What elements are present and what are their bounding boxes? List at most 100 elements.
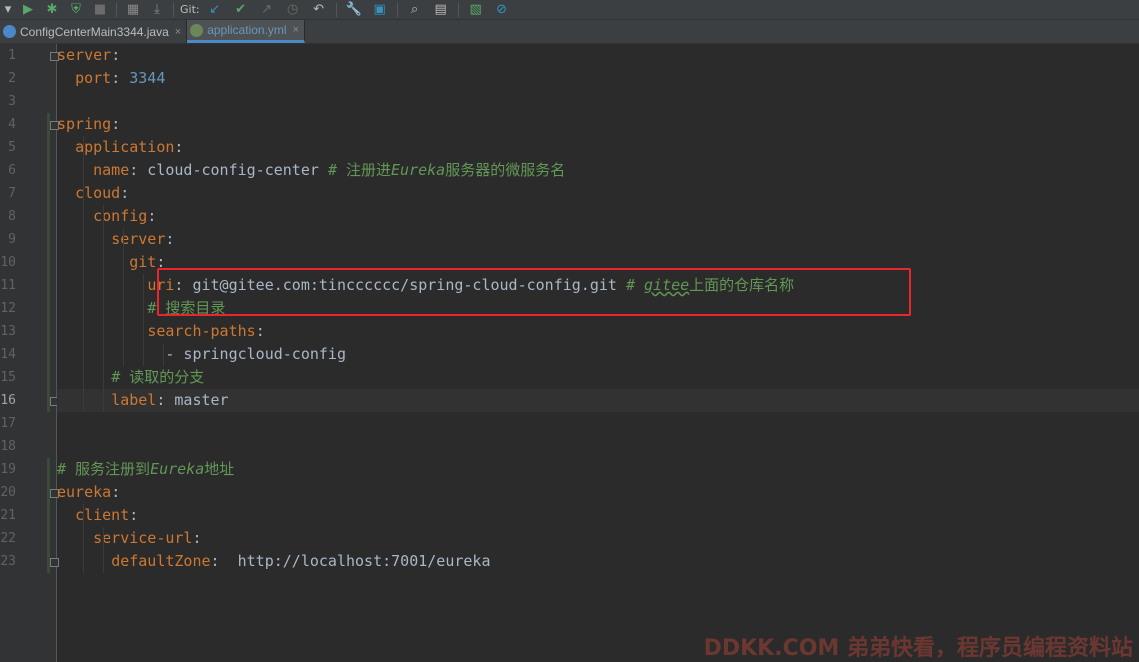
indent-guide — [123, 228, 124, 366]
activity-monitor-icon[interactable]: ▧ — [463, 0, 489, 19]
code-token: : git@gitee.com:tincccccc/spring-cloud-c… — [174, 276, 626, 294]
presentation-icon[interactable]: ▤ — [428, 0, 454, 19]
build-icon[interactable]: ▦ — [121, 0, 145, 19]
code-token: uri — [147, 276, 175, 294]
coverage-icon[interactable]: ⛨ — [64, 0, 88, 19]
code-token: - springcloud-config — [57, 345, 346, 363]
settings-wrench-icon[interactable]: 🔧 — [341, 0, 367, 19]
code-token: : — [111, 115, 121, 133]
line-number: 15 — [0, 370, 16, 385]
line-number: 20 — [0, 485, 16, 500]
code-token: # — [625, 276, 645, 294]
code-token: : http://localhost:7001/eureka — [210, 552, 491, 570]
code-line: client: — [57, 504, 1139, 527]
line-number: 8 — [8, 209, 16, 224]
profile-icon[interactable]: ⤓ — [145, 0, 169, 19]
code-line: application: — [57, 136, 1139, 159]
code-token: search-paths — [147, 322, 256, 340]
toolbar-separator — [116, 2, 117, 17]
debug-icon[interactable]: ✱ — [40, 0, 64, 19]
vcs-change-marker — [47, 458, 50, 573]
close-icon[interactable]: × — [293, 24, 299, 36]
code-token: server — [57, 46, 112, 64]
code-token: service-url — [93, 529, 193, 547]
line-number: 14 — [0, 347, 16, 362]
power-save-icon[interactable]: ⊘ — [489, 0, 515, 19]
code-token: # 服务注册到 — [57, 460, 151, 478]
code-line: defaultZone: http://localhost:7001/eurek… — [57, 550, 1139, 573]
toolbar-separator — [457, 2, 459, 17]
stop-icon[interactable]: ■ — [88, 0, 112, 19]
tab-label: ConfigCenterMain3344.java — [20, 24, 169, 39]
line-number: 3 — [8, 94, 16, 109]
code-token: 服务器的微服务名 — [445, 161, 566, 179]
line-number: 10 — [0, 255, 16, 270]
code-line: eureka: — [57, 481, 1139, 504]
close-icon[interactable]: × — [175, 26, 181, 38]
code-token: : master — [156, 391, 229, 409]
git-commit-icon[interactable]: ✔ — [228, 0, 254, 19]
code-line: server: — [57, 228, 1139, 251]
code-token: : — [156, 253, 166, 271]
line-number: 13 — [0, 324, 16, 339]
git-update-icon[interactable]: ↙ — [202, 0, 228, 19]
indent-guide — [83, 504, 84, 573]
line-number: 16 — [0, 393, 16, 408]
code-line: git: — [57, 251, 1139, 274]
indent-guide — [103, 527, 104, 573]
code-line: search-paths: — [57, 320, 1139, 343]
code-token: port — [75, 69, 112, 87]
code-line: port: 3344 — [57, 67, 1139, 90]
git-rollback-icon[interactable]: ↶ — [306, 0, 332, 19]
code-token: Eureka — [391, 161, 446, 179]
code-token: 地址 — [204, 460, 235, 478]
git-history-icon[interactable]: ◷ — [280, 0, 306, 19]
line-number: 22 — [0, 531, 16, 546]
indent-guide — [103, 205, 104, 412]
code-token: : — [165, 230, 175, 248]
main-toolbar: ▾ ▶ ✱ ⛨ ■ ▦ ⤓ Git: ↙ ✔ ↗ ◷ ↶ 🔧 ▣ ⌕ ▤ ▧ ⊘ — [0, 0, 1139, 20]
git-push-icon[interactable]: ↗ — [254, 0, 280, 19]
code-token: : — [111, 69, 130, 87]
code-line: - springcloud-config — [57, 343, 1139, 366]
code-line: uri: git@gitee.com:tincccccc/spring-clou… — [57, 274, 1139, 297]
code-token: : — [111, 46, 121, 64]
code-token: 上面的仓库名称 — [689, 276, 795, 294]
code-line: # 服务注册到Eureka地址 — [57, 458, 1139, 481]
indent-guide — [163, 343, 164, 366]
toolbar-separator — [396, 2, 398, 17]
code-token: gitee — [644, 276, 690, 294]
toolbar-separator — [173, 2, 174, 17]
line-number: 4 — [8, 117, 16, 132]
search-icon[interactable]: ⌕ — [402, 0, 428, 19]
code-token: Eureka — [150, 460, 205, 478]
editor-tab-application-yml[interactable]: application.yml × — [187, 20, 306, 43]
code-token: defaultZone — [111, 552, 211, 570]
code-editor[interactable]: server: port: 3344 spring: application: n… — [57, 44, 1139, 662]
run-icon[interactable]: ▶ — [16, 0, 40, 19]
line-number: 18 — [0, 439, 16, 454]
code-token: : — [147, 207, 157, 225]
line-number-gutter: 1 2 3 4 5 6 7 8 9 10 11 12 13 14 15 16 17 18 19 20 21 22 23 — [0, 44, 59, 662]
line-number: 1 — [8, 48, 16, 63]
editor-tab-bar: ConfigCenterMain3344.java × application.ym… — [0, 20, 1139, 44]
line-number: 17 — [0, 416, 16, 431]
indent-guide — [83, 136, 84, 412]
project-structure-icon[interactable]: ▣ — [367, 0, 393, 19]
code-token: : — [111, 483, 121, 501]
editor-tab-configcentermain[interactable]: ConfigCenterMain3344.java × — [0, 20, 188, 43]
git-label: Git: — [180, 3, 200, 16]
code-token: application — [75, 138, 175, 156]
code-line: cloud: — [57, 182, 1139, 205]
code-token: : — [192, 529, 202, 547]
dropdown-arrow-icon[interactable]: ▾ — [0, 0, 16, 19]
code-token: cloud — [75, 184, 121, 202]
code-token: # 注册进 — [327, 161, 391, 179]
code-token: eureka — [57, 483, 112, 501]
